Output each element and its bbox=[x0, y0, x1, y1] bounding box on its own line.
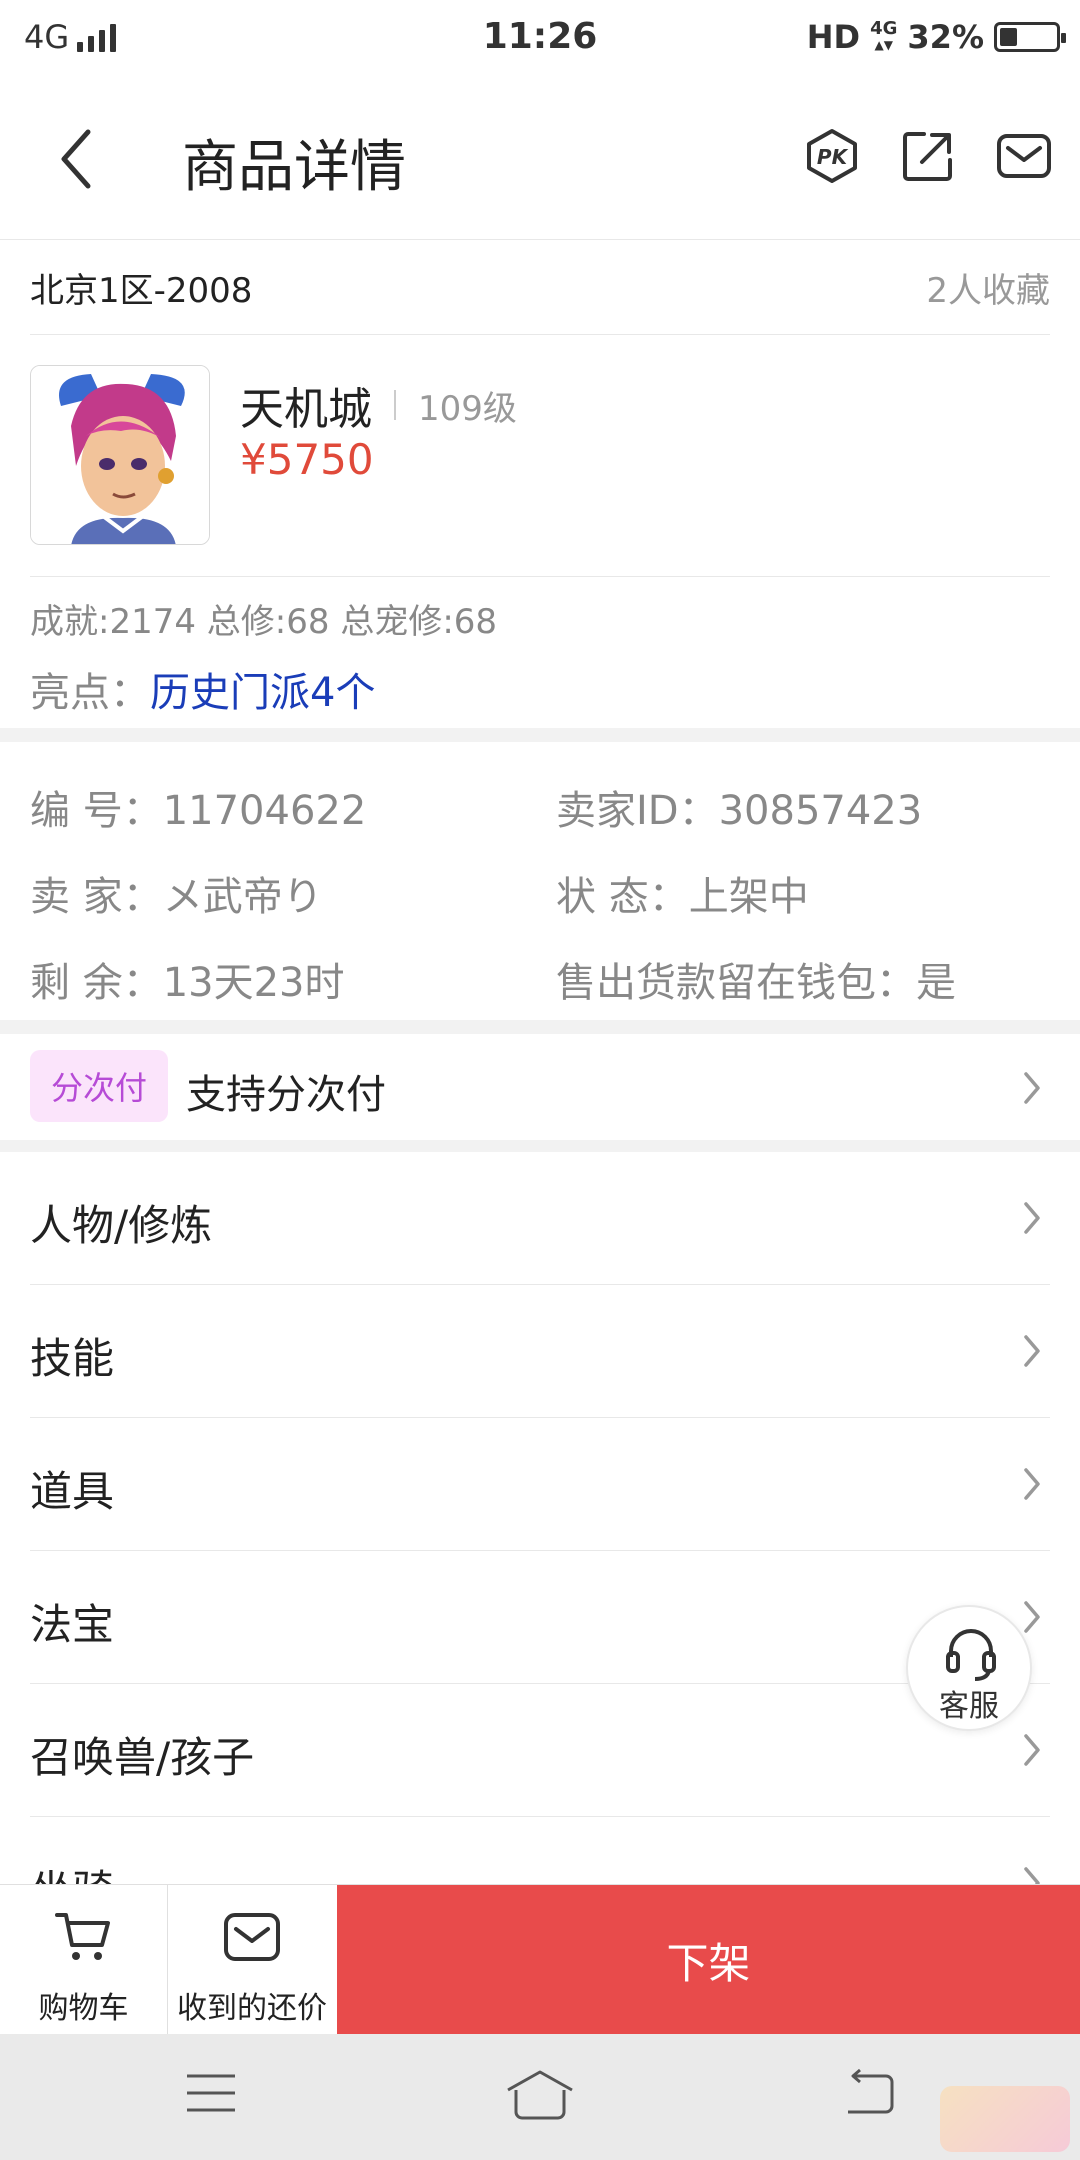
menu-item-character[interactable]: 人物/修炼 bbox=[30, 1152, 1050, 1285]
server-name: 北京1区-2008 bbox=[30, 271, 253, 311]
time-remaining: 剩 余：13天23时 bbox=[30, 960, 345, 1006]
wallet-setting: 售出货款留在钱包：是 bbox=[556, 960, 956, 1006]
menu-item-summons[interactable]: 召唤兽/孩子 bbox=[30, 1684, 1050, 1817]
menu-item-label: 道具 bbox=[30, 1467, 115, 1516]
status-right: HD 4G ▲▼ 32% bbox=[806, 18, 1066, 56]
menu-item-label: 召唤兽/孩子 bbox=[30, 1733, 255, 1782]
installment-row[interactable]: 分次付 支持分次付 bbox=[0, 1034, 1080, 1140]
product-stats: 成就:2174 总修:68 总宠修:68 bbox=[30, 602, 498, 642]
system-nav-bar bbox=[0, 2034, 1080, 2160]
product-name: 天机城 bbox=[240, 384, 372, 435]
product-summary: 天机城 109级 ¥5750 bbox=[30, 335, 1050, 577]
listing-status: 状 态：上架中 bbox=[556, 874, 809, 920]
installment-badge: 分次付 bbox=[30, 1050, 168, 1122]
favorite-count: 2人收藏 bbox=[926, 271, 1050, 311]
installment-text: 支持分次付 bbox=[186, 1072, 386, 1118]
title-divider bbox=[394, 390, 396, 420]
chevron-right-icon bbox=[1024, 1734, 1040, 1766]
product-title-row: 天机城 109级 bbox=[240, 373, 517, 437]
chevron-right-icon bbox=[1024, 1335, 1040, 1367]
menu-item-treasures[interactable]: 法宝 bbox=[30, 1551, 1050, 1684]
battery-icon bbox=[994, 22, 1066, 52]
back-icon[interactable] bbox=[840, 2068, 896, 2118]
status-bar: 4G 11:26 HD 4G ▲▼ 32% bbox=[0, 0, 1080, 80]
menu-item-label: 人物/修炼 bbox=[30, 1201, 213, 1250]
chevron-right-icon bbox=[1024, 1072, 1040, 1104]
delist-button[interactable]: 下架 bbox=[337, 1885, 1080, 2035]
watermark-logo bbox=[940, 2086, 1070, 2152]
page-title: 商品详情 bbox=[182, 135, 406, 200]
character-avatar[interactable] bbox=[30, 365, 210, 545]
section-divider bbox=[0, 1140, 1080, 1152]
pk-icon[interactable]: PK bbox=[804, 128, 860, 184]
service-label: 客服 bbox=[939, 1689, 999, 1724]
menu-item-skills[interactable]: 技能 bbox=[30, 1285, 1050, 1418]
product-highlight: 亮点：历史门派4个 bbox=[30, 660, 375, 718]
data-4g-icon: 4G ▲▼ bbox=[870, 18, 898, 53]
chevron-right-icon bbox=[1024, 1601, 1040, 1633]
top-nav-bar: 商品详情 PK bbox=[0, 80, 1080, 240]
menu-item-label: 法宝 bbox=[30, 1600, 115, 1649]
server-row: 北京1区-2008 2人收藏 bbox=[30, 241, 1050, 335]
seller-name: 卖 家：メ武帝り bbox=[30, 874, 323, 920]
home-icon[interactable] bbox=[504, 2068, 576, 2122]
received-offers-button[interactable]: 收到的还价 bbox=[168, 1885, 336, 2035]
cart-button[interactable]: 购物车 bbox=[0, 1885, 168, 2035]
menu-item-label: 技能 bbox=[30, 1334, 115, 1383]
product-level: 109级 bbox=[418, 388, 517, 429]
mail-icon bbox=[224, 1913, 280, 1961]
battery-percent: 32% bbox=[907, 18, 984, 56]
share-icon[interactable] bbox=[900, 128, 956, 184]
nav-actions: PK bbox=[804, 128, 1052, 184]
seller-id: 卖家ID：30857423 bbox=[556, 788, 923, 834]
customer-service-button[interactable]: 客服 bbox=[906, 1605, 1032, 1731]
offers-label: 收到的还价 bbox=[177, 1991, 327, 2026]
chevron-right-icon bbox=[1024, 1202, 1040, 1234]
back-arrow-icon[interactable] bbox=[50, 124, 110, 194]
cart-label: 购物车 bbox=[38, 1991, 129, 2026]
cart-icon bbox=[55, 1913, 110, 1960]
hd-indicator: HD bbox=[806, 18, 861, 56]
section-divider bbox=[0, 728, 1080, 742]
svg-text:PK: PK bbox=[817, 145, 849, 169]
chevron-right-icon bbox=[1024, 1468, 1040, 1500]
section-divider bbox=[0, 1020, 1080, 1034]
highlight-label: 亮点： bbox=[30, 670, 150, 716]
menu-icon[interactable] bbox=[184, 2068, 238, 2118]
menu-item-items[interactable]: 道具 bbox=[30, 1418, 1050, 1551]
product-price: ¥5750 bbox=[240, 435, 374, 484]
mail-icon[interactable] bbox=[996, 128, 1052, 184]
highlight-value[interactable]: 历史门派4个 bbox=[150, 670, 375, 716]
bottom-action-bar: 购物车 收到的还价 下架 bbox=[0, 1884, 1080, 2035]
headset-icon bbox=[946, 1629, 996, 1681]
listing-id: 编 号：11704622 bbox=[30, 788, 367, 834]
